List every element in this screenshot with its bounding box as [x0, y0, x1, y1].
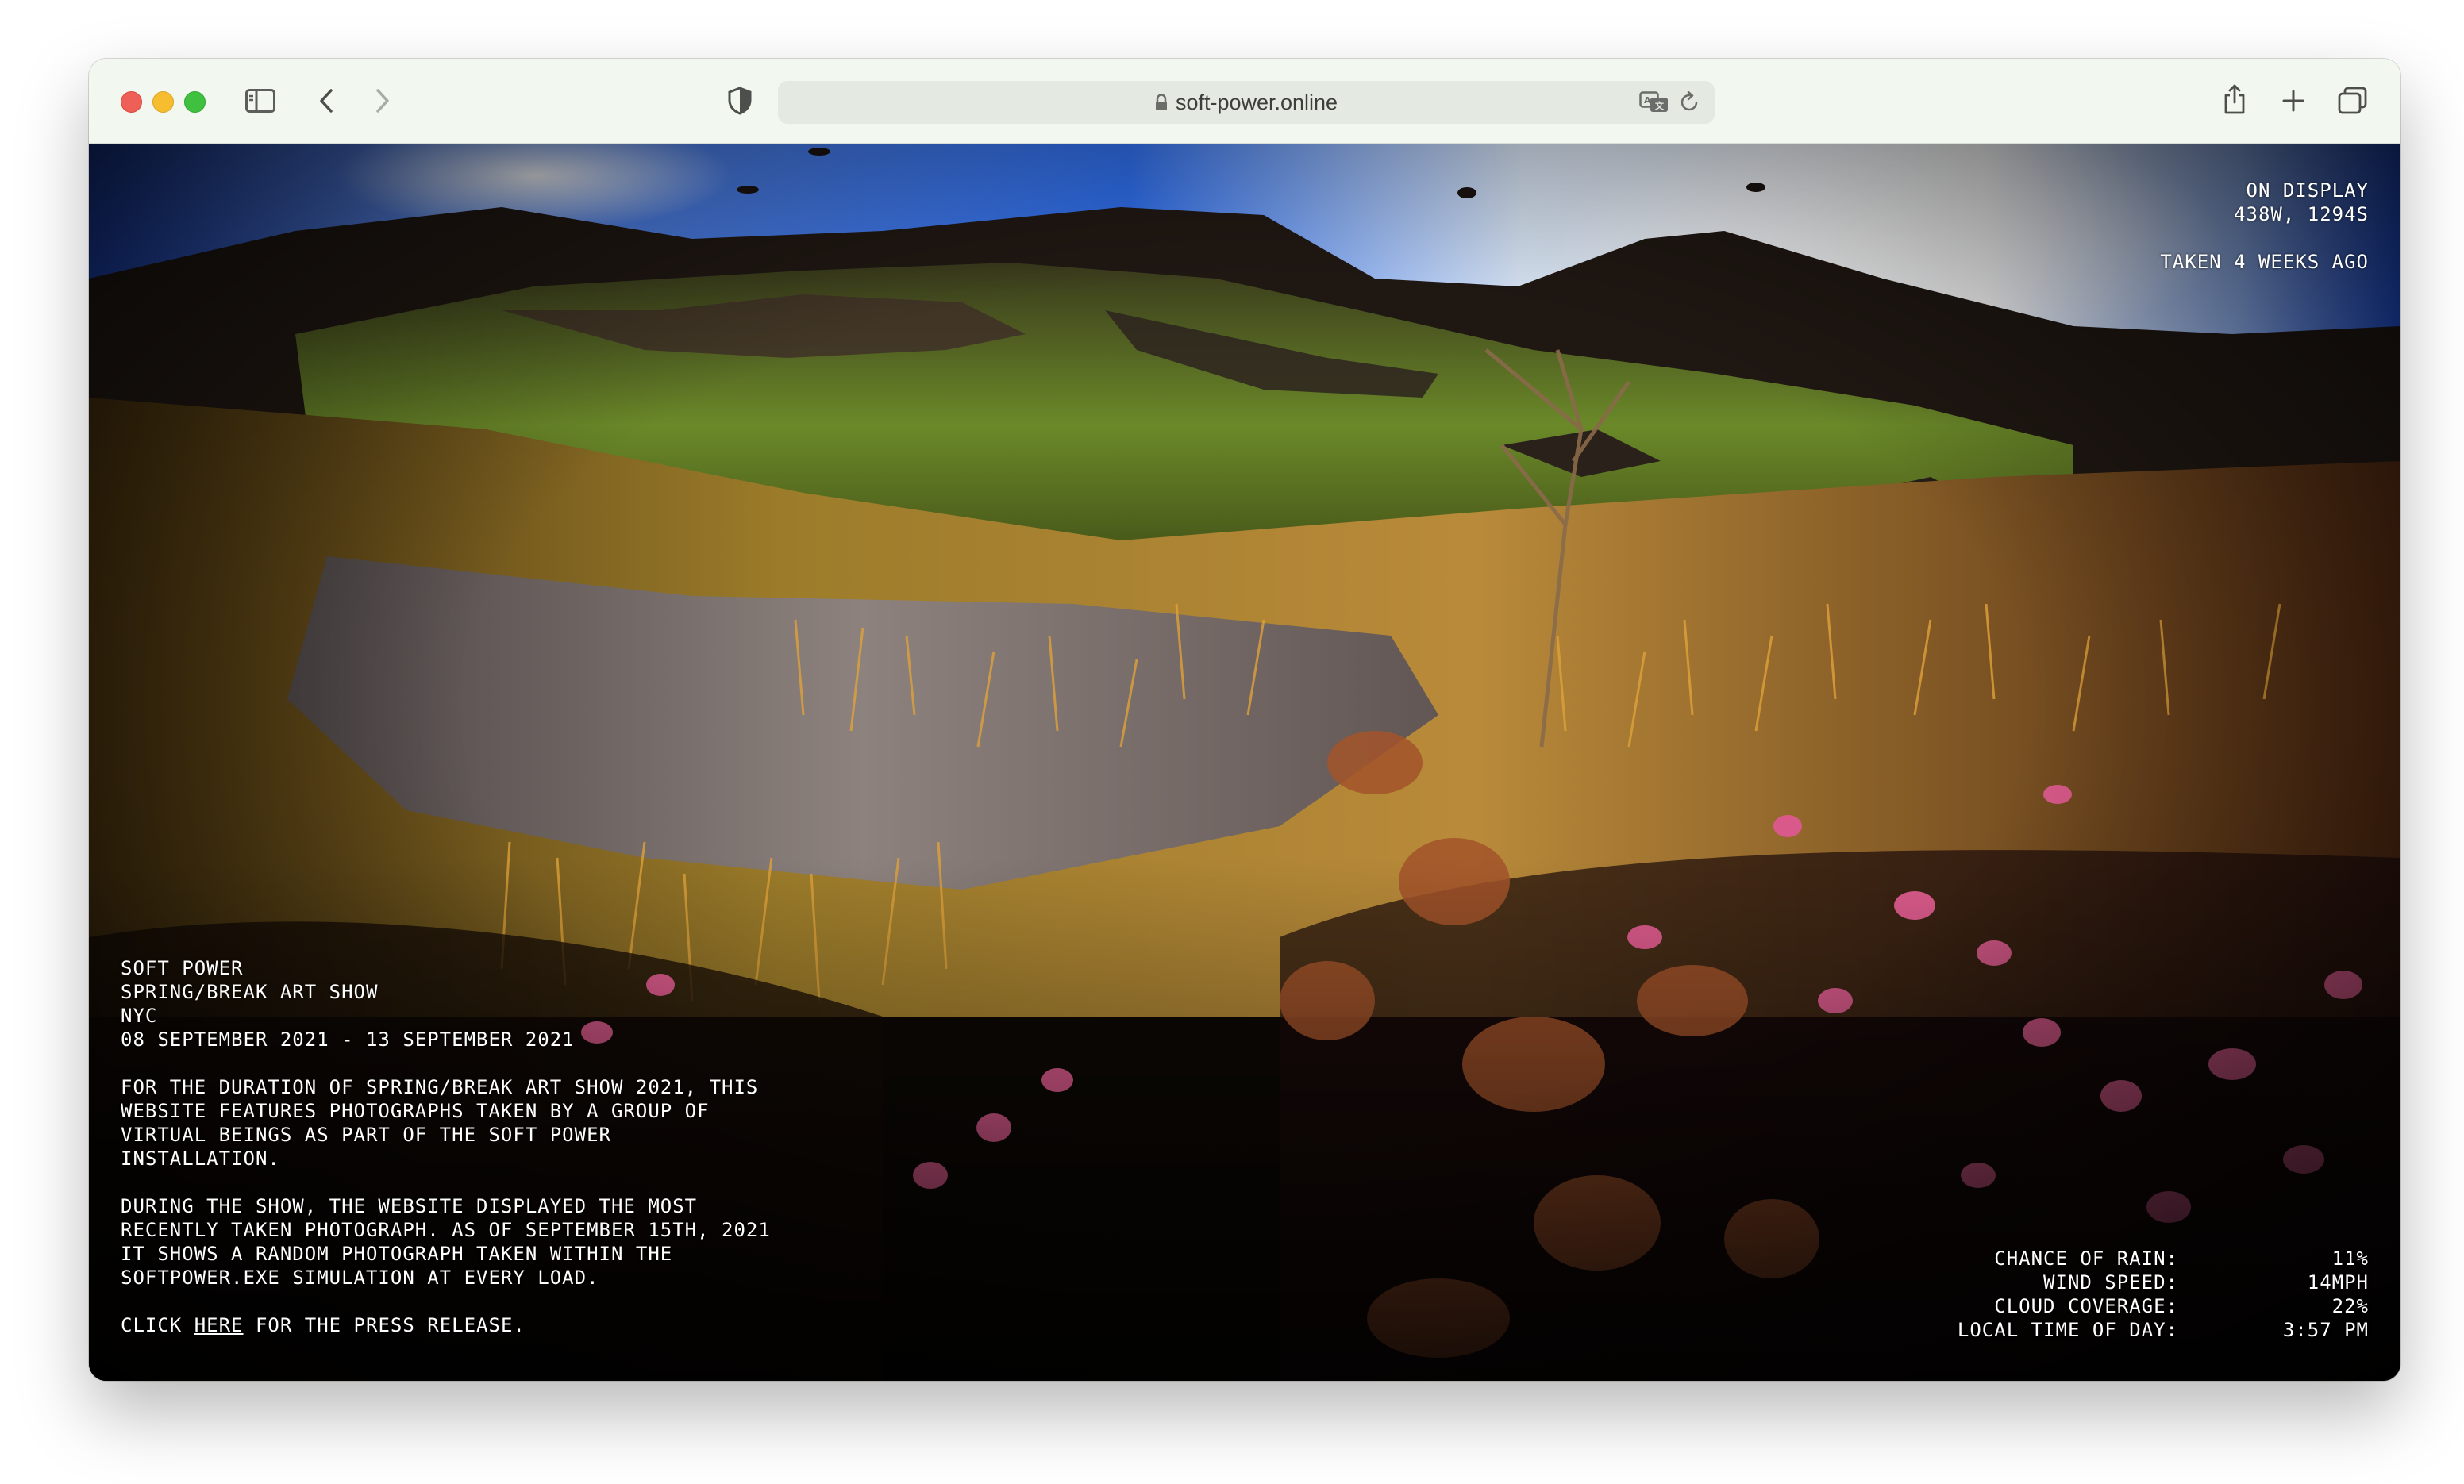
weather-table: CHANCE OF RAIN: 11% WIND SPEED: 14MPH CL…: [1958, 1247, 2369, 1342]
status-gap: [2160, 226, 2369, 250]
page-content: ON DISPLAY 438W, 1294S TAKEN 4 WEEKS AGO…: [89, 144, 2400, 1381]
tabs-overview-icon[interactable]: [2337, 86, 2369, 116]
share-icon[interactable]: [2221, 83, 2248, 116]
minimize-window-button[interactable]: [152, 91, 174, 113]
weather-row: CLOUD COVERAGE: 22%: [1958, 1294, 2369, 1318]
event-dates: 08 SEPTEMBER 2021 - 13 SEPTEMBER 2021: [121, 1028, 575, 1051]
sidebar-icon[interactable]: [244, 87, 276, 114]
weather-row: LOCAL TIME OF DAY: 3:57 PM: [1958, 1318, 2369, 1342]
weather-value: 22%: [2331, 1295, 2369, 1317]
chevron-right-icon[interactable]: [371, 87, 395, 114]
close-window-button[interactable]: [121, 91, 142, 113]
weather-label: LOCAL TIME OF DAY:: [1957, 1319, 2178, 1341]
url-display[interactable]: soft-power.online: [778, 81, 1715, 124]
weather-value: 14MPH: [2307, 1271, 2369, 1294]
browser-toolbar: soft-power.online A 文: [89, 59, 2400, 144]
taken-ago: TAKEN 4 WEEKS AGO: [2160, 251, 2369, 273]
reload-icon[interactable]: [1678, 90, 1702, 114]
translate-icon[interactable]: A 文: [1638, 90, 1670, 114]
weather-label: CLOUD COVERAGE:: [1994, 1295, 2178, 1317]
description-paragraph-2: DURING THE SHOW, THE WEBSITE DISPLAYED T…: [121, 1195, 771, 1289]
event-name: SPRING/BREAK ART SHOW: [121, 981, 379, 1003]
browser-window: soft-power.online A 文 ON DISPLAY 438W, 1…: [89, 59, 2400, 1381]
svg-text:文: 文: [1655, 100, 1665, 111]
weather-readout: CHANCE OF RAIN: 11% WIND SPEED: 14MPH CL…: [1958, 1247, 2369, 1342]
weather-label: WIND SPEED:: [2043, 1271, 2178, 1294]
coordinates: 438W, 1294S: [2234, 203, 2369, 225]
event-city: NYC: [121, 1005, 158, 1027]
chevron-left-icon[interactable]: [314, 87, 338, 114]
press-release-line: CLICK HERE FOR THE PRESS RELEASE.: [121, 1313, 772, 1337]
press-suffix: FOR THE PRESS RELEASE.: [255, 1314, 526, 1336]
zoom-window-button[interactable]: [184, 91, 206, 113]
plus-icon[interactable]: [2280, 87, 2307, 114]
press-prefix: CLICK: [121, 1314, 183, 1336]
address-bar[interactable]: soft-power.online A 文: [778, 81, 1715, 124]
description-paragraph-1: FOR THE DURATION OF SPRING/BREAK ART SHO…: [121, 1076, 759, 1170]
project-title: SOFT POWER: [121, 957, 244, 979]
url-text: soft-power.online: [1175, 90, 1338, 114]
weather-value: 11%: [2331, 1248, 2369, 1270]
press-release-link[interactable]: HERE: [194, 1314, 244, 1336]
svg-text:A: A: [1644, 95, 1651, 106]
shield-icon[interactable]: [726, 86, 754, 116]
weather-label: CHANCE OF RAIN:: [1994, 1248, 2178, 1270]
weather-value: 3:57 PM: [2282, 1319, 2369, 1341]
on-display-label: ON DISPLAY: [2246, 179, 2369, 202]
display-status: ON DISPLAY 438W, 1294S TAKEN 4 WEEKS AGO: [2160, 179, 2369, 274]
weather-row: WIND SPEED: 14MPH: [1958, 1271, 2369, 1294]
weather-row: CHANCE OF RAIN: 11%: [1958, 1247, 2369, 1271]
lock-icon: [1155, 94, 1168, 111]
exhibition-info: SOFT POWER SPRING/BREAK ART SHOW NYC 08 …: [121, 956, 772, 1337]
